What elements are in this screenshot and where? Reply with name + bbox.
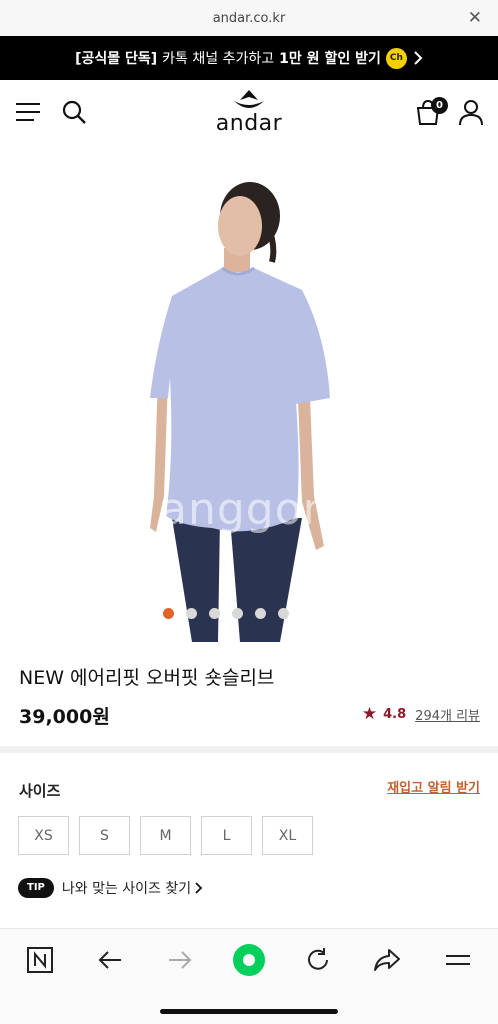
browser-url-bar[interactable]: andar.co.kr ✕	[0, 0, 498, 36]
carousel-dot[interactable]	[163, 607, 174, 619]
logo-text: andar	[215, 111, 283, 136]
naver-n-icon	[27, 947, 53, 973]
kakao-channel-icon: Ch	[385, 47, 407, 69]
forward-button[interactable]	[165, 945, 195, 975]
home-indicator	[160, 1009, 338, 1014]
promo-suffix: 할인 받기	[324, 51, 381, 67]
promo-text: 카톡 채널 추가하고	[162, 51, 275, 67]
chevron-right-icon	[414, 51, 423, 65]
naver-home-button[interactable]	[25, 945, 55, 975]
image-watermark: anggon	[160, 484, 332, 535]
product-price: 39,000원	[19, 706, 110, 728]
carousel-dot[interactable]	[232, 607, 243, 619]
product-rating: ★ 4.8 294개 리뷰	[362, 704, 480, 724]
size-option-s[interactable]: S	[79, 816, 130, 855]
size-finder-link[interactable]: TIP 나와 맞는 사이즈 찾기	[18, 878, 203, 898]
user-account-icon[interactable]	[457, 98, 485, 126]
chevron-right-icon	[195, 882, 203, 894]
size-option-l[interactable]: L	[201, 816, 252, 855]
review-count-link[interactable]: 294개 리뷰	[415, 705, 480, 724]
size-option-xs[interactable]: XS	[18, 816, 69, 855]
product-model-image	[150, 182, 330, 642]
carousel-dot[interactable]	[278, 607, 289, 619]
green-dot-icon	[233, 944, 265, 976]
star-icon: ★	[361, 704, 378, 724]
refresh-button[interactable]	[303, 945, 333, 975]
url-text[interactable]: andar.co.kr	[0, 11, 498, 26]
cart-count-badge: 0	[431, 97, 448, 114]
share-arrow-icon	[374, 949, 400, 971]
more-menu-button[interactable]	[443, 945, 473, 975]
andar-logo-mark-icon	[234, 90, 264, 108]
carousel-dot[interactable]	[209, 607, 220, 619]
size-option-m[interactable]: M	[140, 816, 191, 855]
carousel-dot[interactable]	[255, 607, 266, 619]
size-options: XS S M L XL	[18, 816, 313, 855]
carousel-indicator	[163, 607, 289, 619]
promo-bold-prefix: [공식몰 단독]	[75, 51, 158, 67]
restock-alert-link[interactable]: 재입고 알림 받기	[387, 777, 480, 796]
refresh-icon	[308, 948, 328, 970]
size-finder-text: 나와 맞는 사이즈 찾기	[61, 881, 192, 897]
product-name: NEW 에어리핏 오버핏 숏슬리브	[19, 667, 275, 689]
hamburger-menu-icon[interactable]	[14, 100, 42, 124]
arrow-right-icon	[169, 951, 192, 969]
menu-lines-icon	[446, 955, 470, 965]
back-button[interactable]	[95, 945, 125, 975]
section-divider	[0, 746, 498, 753]
size-section-label: 사이즈	[19, 782, 61, 800]
site-header: andar 0	[0, 80, 498, 146]
naver-green-button[interactable]	[232, 943, 266, 977]
arrow-left-icon	[98, 951, 121, 969]
tip-badge: TIP	[18, 878, 54, 898]
product-image-carousel[interactable]: anggon	[0, 146, 498, 642]
promo-discount: 1만 원	[279, 51, 320, 67]
share-button[interactable]	[372, 945, 402, 975]
promo-banner[interactable]: [공식몰 단독] 카톡 채널 추가하고 1만 원 할인 받기 Ch	[0, 36, 498, 80]
search-icon[interactable]	[61, 99, 87, 125]
close-icon[interactable]: ✕	[468, 8, 482, 28]
size-option-xl[interactable]: XL	[262, 816, 313, 855]
rating-score: 4.8	[383, 706, 407, 722]
carousel-dot[interactable]	[186, 607, 197, 619]
andar-logo[interactable]: andar	[208, 89, 290, 141]
